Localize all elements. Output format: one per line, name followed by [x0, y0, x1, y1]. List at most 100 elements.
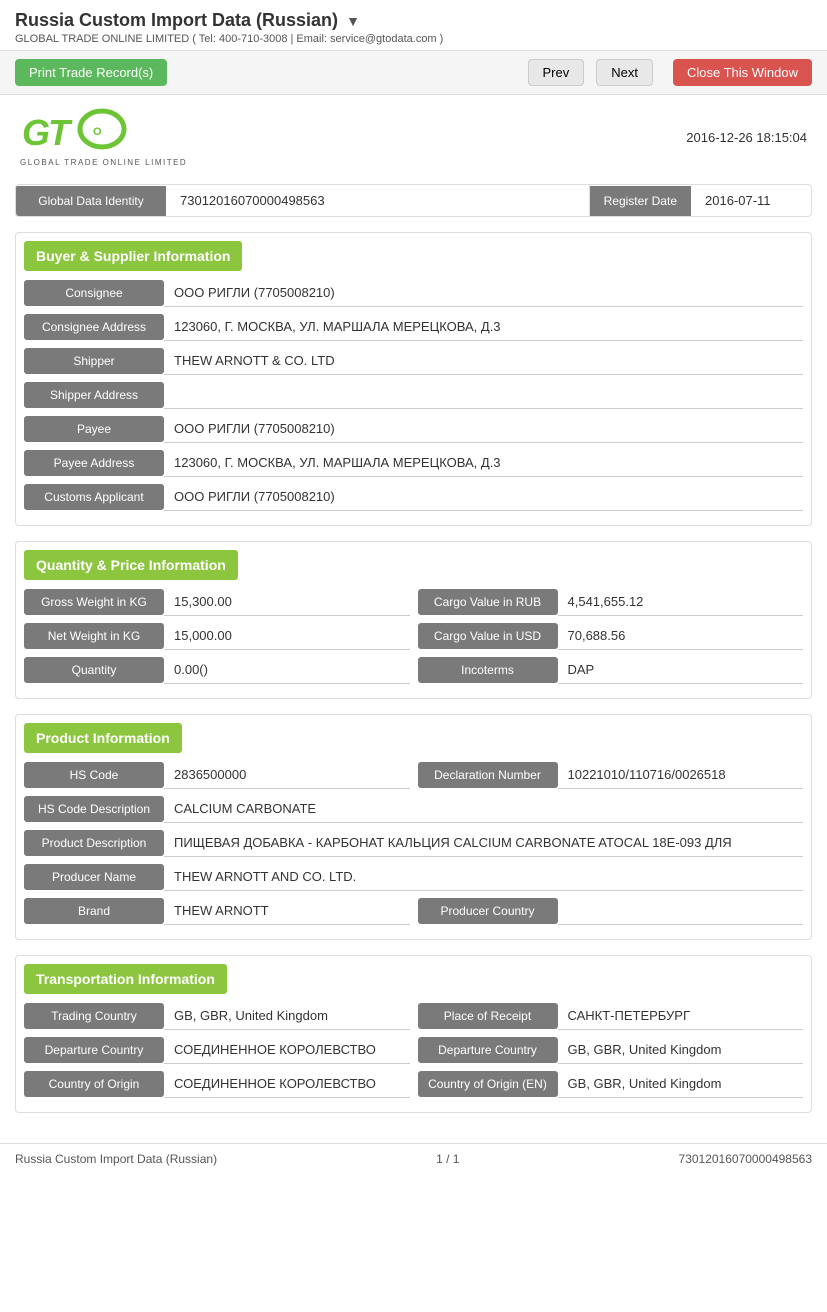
next-button[interactable]: Next [596, 59, 653, 86]
global-identity-label: Global Data Identity [16, 186, 166, 216]
hs-code-label: HS Code [24, 762, 164, 788]
consignee-address-value: 123060, Г. МОСКВА, УЛ. МАРШАЛА МЕРЕЦКОВА… [164, 313, 803, 341]
footer-left: Russia Custom Import Data (Russian) [15, 1152, 217, 1166]
consignee-label: Consignee [24, 280, 164, 306]
cargo-rub-half: Cargo Value in RUB 4,541,655.12 [418, 588, 804, 616]
page-header: Russia Custom Import Data (Russian) ▼ GL… [0, 0, 827, 51]
page-footer: Russia Custom Import Data (Russian) 1 / … [0, 1143, 827, 1174]
hs-desc-label: HS Code Description [24, 796, 164, 822]
quantity-price-body: Gross Weight in KG 15,300.00 Cargo Value… [16, 580, 811, 698]
incoterms-label: Incoterms [418, 657, 558, 683]
incoterms-half: Incoterms DAP [418, 656, 804, 684]
brand-half: Brand THEW ARNOTT [24, 897, 410, 925]
net-cargo-usd-row: Net Weight in KG 15,000.00 Cargo Value i… [24, 622, 803, 650]
shipper-address-label: Shipper Address [24, 382, 164, 408]
departure-country2-label: Departure Country [418, 1037, 558, 1063]
net-weight-half: Net Weight in KG 15,000.00 [24, 622, 410, 650]
close-button[interactable]: Close This Window [673, 59, 812, 86]
departure-country-value: СОЕДИНЕННОЕ КОРОЛЕВСТВО [164, 1036, 410, 1064]
page-title: Russia Custom Import Data (Russian) [15, 10, 338, 31]
gross-cargo-rub-row: Gross Weight in KG 15,300.00 Cargo Value… [24, 588, 803, 616]
shipper-address-value [164, 381, 803, 409]
brand-producer-country-row: Brand THEW ARNOTT Producer Country [24, 897, 803, 925]
product-desc-row: Product Description ПИЩЕВАЯ ДОБАВКА - КА… [24, 829, 803, 857]
payee-row: Payee ООО РИГЛИ (7705008210) [24, 415, 803, 443]
main-content: Global Data Identity 7301201607000049856… [0, 179, 827, 1143]
payee-address-label: Payee Address [24, 450, 164, 476]
global-identity-value: 73012016070000498563 [166, 185, 590, 216]
customs-applicant-value: ООО РИГЛИ (7705008210) [164, 483, 803, 511]
hs-code-half: HS Code 2836500000 [24, 761, 410, 789]
footer-center: 1 / 1 [436, 1152, 459, 1166]
toolbar: Print Trade Record(s) Prev Next Close Th… [0, 51, 827, 95]
hs-code-value: 2836500000 [164, 761, 410, 789]
shipper-address-row: Shipper Address [24, 381, 803, 409]
cargo-usd-label: Cargo Value in USD [418, 623, 558, 649]
departure-country-label: Departure Country [24, 1037, 164, 1063]
gross-weight-label: Gross Weight in KG [24, 589, 164, 615]
toolbar-left: Print Trade Record(s) Prev Next [15, 59, 653, 86]
consignee-address-label: Consignee Address [24, 314, 164, 340]
departure-row: Departure Country СОЕДИНЕННОЕ КОРОЛЕВСТВ… [24, 1036, 803, 1064]
buyer-supplier-section: Buyer & Supplier Information Consignee О… [15, 232, 812, 526]
payee-value: ООО РИГЛИ (7705008210) [164, 415, 803, 443]
payee-label: Payee [24, 416, 164, 442]
net-weight-value: 15,000.00 [164, 622, 410, 650]
shipper-label: Shipper [24, 348, 164, 374]
departure-country2-value: GB, GBR, United Kingdom [558, 1036, 804, 1064]
producer-name-value: THEW ARNOTT AND CO. LTD. [164, 863, 803, 891]
country-origin-label: Country of Origin [24, 1071, 164, 1097]
hs-desc-row: HS Code Description CALCIUM CARBONATE [24, 795, 803, 823]
quantity-price-section: Quantity & Price Information Gross Weigh… [15, 541, 812, 699]
brand-label: Brand [24, 898, 164, 924]
dropdown-arrow-icon[interactable]: ▼ [346, 13, 360, 29]
departure-country2-half: Departure Country GB, GBR, United Kingdo… [418, 1036, 804, 1064]
quantity-half: Quantity 0.00() [24, 656, 410, 684]
gross-weight-half: Gross Weight in KG 15,300.00 [24, 588, 410, 616]
identity-row: Global Data Identity 7301201607000049856… [15, 184, 812, 217]
footer-right: 73012016070000498563 [679, 1152, 812, 1166]
country-origin-en-value: GB, GBR, United Kingdom [558, 1070, 804, 1098]
consignee-address-row: Consignee Address 123060, Г. МОСКВА, УЛ.… [24, 313, 803, 341]
payee-address-value: 123060, Г. МОСКВА, УЛ. МАРШАЛА МЕРЕЦКОВА… [164, 449, 803, 477]
quantity-incoterms-row: Quantity 0.00() Incoterms DAP [24, 656, 803, 684]
hs-desc-value: CALCIUM CARBONATE [164, 795, 803, 823]
trading-country-half: Trading Country GB, GBR, United Kingdom [24, 1002, 410, 1030]
country-origin-half: Country of Origin СОЕДИНЕННОЕ КОРОЛЕВСТВ… [24, 1070, 410, 1098]
cargo-usd-value: 70,688.56 [558, 622, 804, 650]
timestamp: 2016-12-26 18:15:04 [686, 130, 807, 145]
svg-text:T: T [48, 112, 73, 153]
quantity-value: 0.00() [164, 656, 410, 684]
cargo-usd-half: Cargo Value in USD 70,688.56 [418, 622, 804, 650]
producer-name-row: Producer Name THEW ARNOTT AND CO. LTD. [24, 863, 803, 891]
register-date-label: Register Date [590, 186, 691, 216]
transportation-section: Transportation Information Trading Count… [15, 955, 812, 1113]
shipper-value: THEW ARNOTT & CO. LTD [164, 347, 803, 375]
transportation-title: Transportation Information [24, 964, 227, 994]
print-button[interactable]: Print Trade Record(s) [15, 59, 167, 86]
prev-button[interactable]: Prev [528, 59, 585, 86]
declaration-value: 10221010/110716/0026518 [558, 761, 804, 789]
net-weight-label: Net Weight in KG [24, 623, 164, 649]
place-receipt-half: Place of Receipt САНКТ-ПЕТЕРБУРГ [418, 1002, 804, 1030]
subtitle: GLOBAL TRADE ONLINE LIMITED ( Tel: 400-7… [15, 33, 812, 45]
declaration-label: Declaration Number [418, 762, 558, 788]
declaration-half: Declaration Number 10221010/110716/00265… [418, 761, 804, 789]
product-desc-label: Product Description [24, 830, 164, 856]
trading-country-label: Trading Country [24, 1003, 164, 1029]
customs-applicant-label: Customs Applicant [24, 484, 164, 510]
svg-text:O: O [93, 126, 102, 138]
departure-country-half: Departure Country СОЕДИНЕННОЕ КОРОЛЕВСТВ… [24, 1036, 410, 1064]
product-desc-value: ПИЩЕВАЯ ДОБАВКА - КАРБОНАТ КАЛЬЦИЯ CALCI… [164, 829, 803, 857]
customs-applicant-row: Customs Applicant ООО РИГЛИ (7705008210) [24, 483, 803, 511]
producer-name-label: Producer Name [24, 864, 164, 890]
shipper-row: Shipper THEW ARNOTT & CO. LTD [24, 347, 803, 375]
producer-country-half: Producer Country [418, 897, 804, 925]
origin-row: Country of Origin СОЕДИНЕННОЕ КОРОЛЕВСТВ… [24, 1070, 803, 1098]
payee-address-row: Payee Address 123060, Г. МОСКВА, УЛ. МАР… [24, 449, 803, 477]
logo-svg: G T O [20, 107, 130, 162]
incoterms-value: DAP [558, 656, 804, 684]
consignee-value: ООО РИГЛИ (7705008210) [164, 279, 803, 307]
country-origin-en-half: Country of Origin (EN) GB, GBR, United K… [418, 1070, 804, 1098]
buyer-supplier-title: Buyer & Supplier Information [24, 241, 242, 271]
